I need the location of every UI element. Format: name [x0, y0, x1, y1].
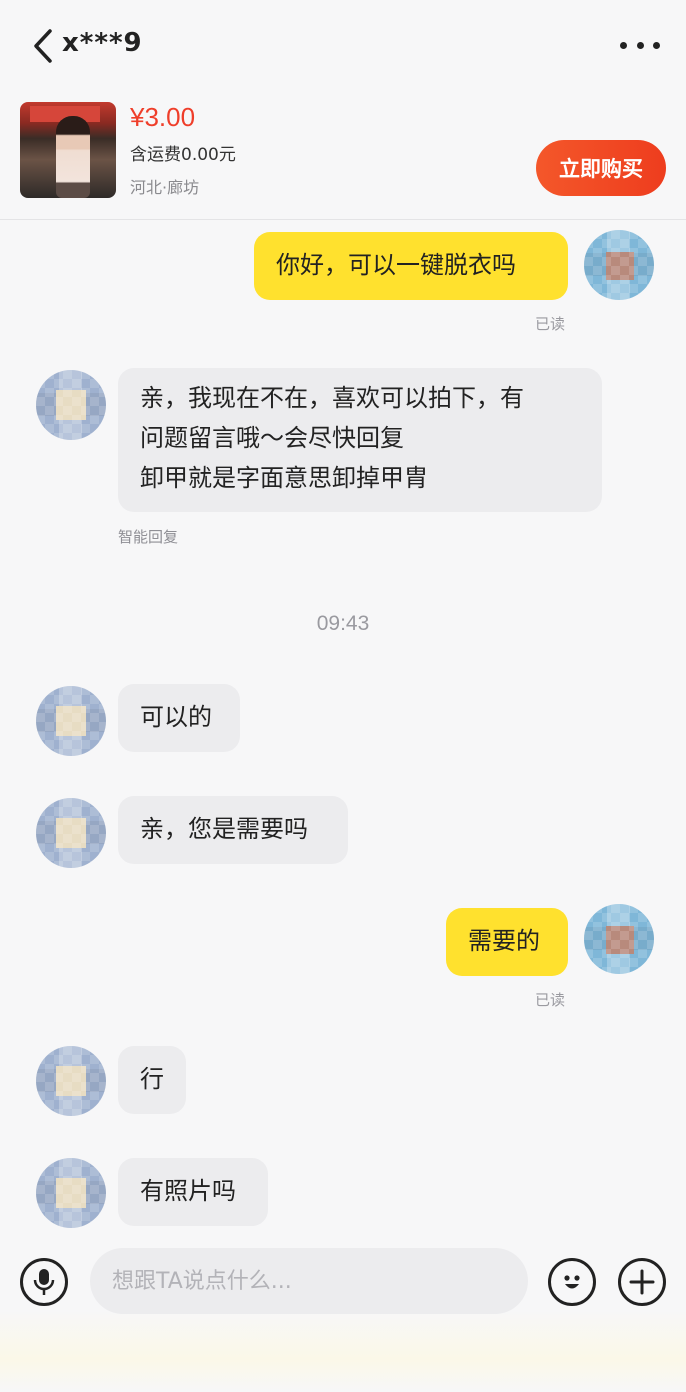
more-dot-icon	[620, 41, 627, 49]
seller-avatar[interactable]	[36, 1158, 106, 1228]
chevron-left-icon	[34, 29, 52, 63]
message-text: 亲，您是需要吗	[140, 815, 308, 843]
microphone-icon	[33, 1269, 55, 1295]
message-text: 有照片吗	[140, 1177, 236, 1205]
my-avatar[interactable]	[584, 230, 654, 300]
message-text: 需要的	[468, 927, 540, 955]
message-input[interactable]	[90, 1248, 528, 1314]
back-button[interactable]	[28, 26, 58, 66]
message-bubble-received[interactable]: 亲，我现在不在，喜欢可以拍下，有 问题留言哦～会尽快回复 卸甲就是字面意思卸掉甲…	[118, 368, 602, 512]
product-location: 河北·廊坊	[130, 178, 200, 197]
buy-now-button[interactable]: 立即购买	[536, 140, 666, 196]
message-text-line: 问题留言哦～会尽快回复	[140, 424, 404, 452]
more-dot-icon	[636, 41, 644, 49]
message-bubble-received[interactable]: 可以的	[118, 684, 240, 752]
plus-icon	[629, 1269, 655, 1295]
product-shipping: 含运费0.00元	[130, 145, 236, 165]
message-bubble-received[interactable]: 行	[118, 1046, 186, 1114]
read-status: 已读	[535, 991, 566, 1009]
voice-button[interactable]	[20, 1258, 68, 1306]
chat-partner-name: x***9	[62, 28, 143, 58]
message-bubble-received[interactable]: 亲，您是需要吗	[118, 796, 348, 864]
message-text: 可以的	[140, 703, 212, 731]
message-text-line: 卸甲就是字面意思卸掉甲胄	[140, 464, 428, 492]
product-thumbnail[interactable]	[20, 102, 116, 198]
smart-reply-label: 智能回复	[118, 528, 179, 546]
top-nav-bar: x***9	[0, 0, 686, 92]
product-price: ¥3.00	[130, 102, 196, 132]
seller-avatar[interactable]	[36, 686, 106, 756]
message-composer	[0, 1240, 686, 1330]
emoji-icon	[564, 1275, 580, 1289]
seller-avatar[interactable]	[36, 798, 106, 868]
message-text: 你好，可以一键脱衣吗	[276, 251, 516, 279]
more-options-button[interactable]	[620, 30, 660, 60]
product-card[interactable]: ¥3.00 含运费0.00元 河北·廊坊 立即购买	[0, 92, 686, 220]
more-actions-button[interactable]	[618, 1258, 666, 1306]
message-text: 行	[140, 1065, 164, 1093]
message-bubble-sent[interactable]: 需要的	[446, 908, 568, 976]
chat-timestamp: 09:43	[316, 612, 370, 635]
thumbnail-figure	[56, 116, 90, 198]
message-bubble-sent[interactable]: 你好，可以一键脱衣吗	[254, 232, 568, 300]
seller-avatar[interactable]	[36, 1046, 106, 1116]
message-text-line: 亲，我现在不在，喜欢可以拍下，有	[140, 384, 524, 412]
read-status: 已读	[535, 315, 566, 333]
more-dot-icon	[653, 41, 660, 49]
emoji-button[interactable]	[548, 1258, 596, 1306]
seller-avatar[interactable]	[36, 370, 106, 440]
my-avatar[interactable]	[584, 904, 654, 974]
message-bubble-received[interactable]: 有照片吗	[118, 1158, 268, 1226]
